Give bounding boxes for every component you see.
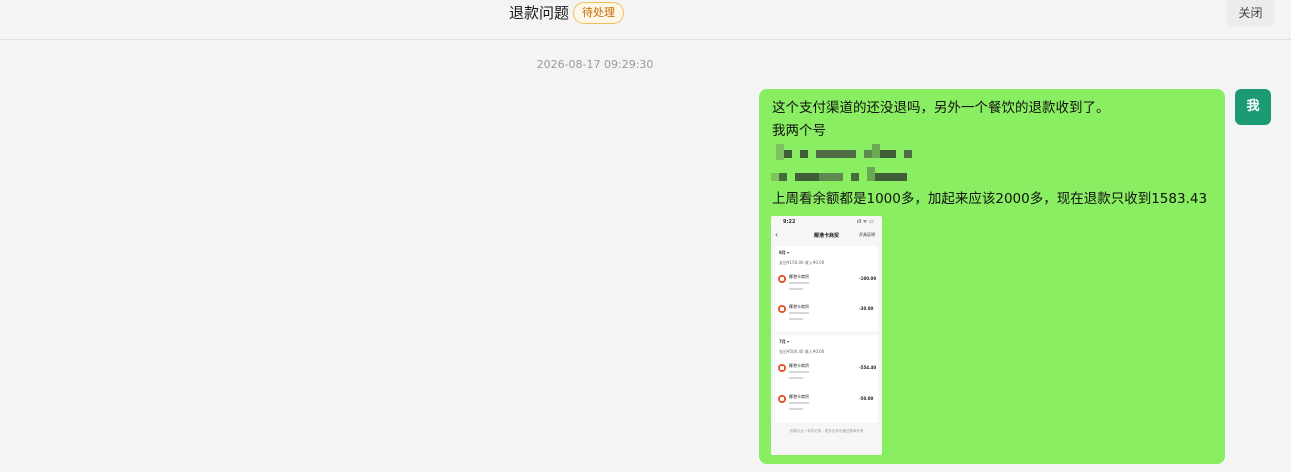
detail-line xyxy=(789,371,809,373)
detail-line xyxy=(789,408,803,410)
detail-line xyxy=(789,318,803,320)
page-title: 退款问题 xyxy=(509,4,570,22)
avatar[interactable]: 我 xyxy=(1235,89,1271,125)
phone-status-bar: 9:22 ıll ᯤ ▭ xyxy=(771,216,882,229)
merchant-name: 椰港卡商贸 xyxy=(789,363,809,368)
detail-line xyxy=(789,312,809,314)
merchant-icon xyxy=(778,395,786,403)
amount: -100.00 xyxy=(859,276,877,281)
phone-footer-note: 仅展示近一年内记录，更多记录可通过账单查询 xyxy=(789,429,864,433)
close-button[interactable]: 关闭 xyxy=(1227,0,1274,26)
attached-screenshot[interactable]: 9:22 ıll ᯤ ▭ ‹ 椰港卡商贸 开具证明 8月 ▾ 支出¥150.00… xyxy=(771,216,882,455)
merchant-name: 椰港卡商贸 xyxy=(789,304,809,309)
message-line: 我两个号 xyxy=(772,123,826,139)
detail-line xyxy=(789,282,809,284)
month-card: 8月 ▾ 支出¥150.00 收入¥0.00 椰港卡商贸 -100.00 椰港卡… xyxy=(775,246,878,332)
month-summary: 支出¥504.40 收入¥0.00 xyxy=(779,349,825,354)
month-summary: 支出¥150.00 收入¥0.00 xyxy=(779,260,825,265)
amount: -30.00 xyxy=(859,306,874,311)
phone-time: 9:22 xyxy=(783,219,796,225)
month-card: 7月 ▾ 支出¥504.40 收入¥0.00 椰港卡商贸 -554.40 椰港卡… xyxy=(775,335,878,423)
detail-line xyxy=(789,377,803,379)
status-badge: 待处理 xyxy=(573,2,624,24)
top-bar: 退款问题 待处理 关闭 xyxy=(0,0,1291,40)
merchant-icon xyxy=(778,364,786,372)
message-bubble: 这个支付渠道的还没退吗，另外一个餐饮的退款收到了。 我两个号 上周看余额都是10… xyxy=(759,89,1225,464)
phone-nav-bar: ‹ 椰港卡商贸 开具证明 xyxy=(771,229,882,243)
message-timestamp: 2026-08-17 09:29:30 xyxy=(536,58,654,71)
merchant-name: 椰港卡商贸 xyxy=(789,394,809,399)
merchant-name: 椰港卡商贸 xyxy=(789,274,809,279)
phone-nav-action: 开具证明 xyxy=(859,232,875,237)
message-line: 上周看余额都是1000多，加起来应该2000多，现在退款只收到1583.43 xyxy=(772,191,1208,207)
signal-icon: ıll ᯤ ▭ xyxy=(857,219,874,225)
detail-line xyxy=(789,402,809,404)
merchant-icon xyxy=(778,305,786,313)
merchant-icon xyxy=(778,275,786,283)
amount: -50.00 xyxy=(859,396,874,401)
amount: -554.40 xyxy=(859,365,877,370)
message-line: 这个支付渠道的还没退吗，另外一个餐饮的退款收到了。 xyxy=(772,100,1110,116)
month-label: 8月 ▾ xyxy=(779,250,790,255)
month-label: 7月 ▾ xyxy=(779,339,790,344)
detail-line xyxy=(789,288,803,290)
